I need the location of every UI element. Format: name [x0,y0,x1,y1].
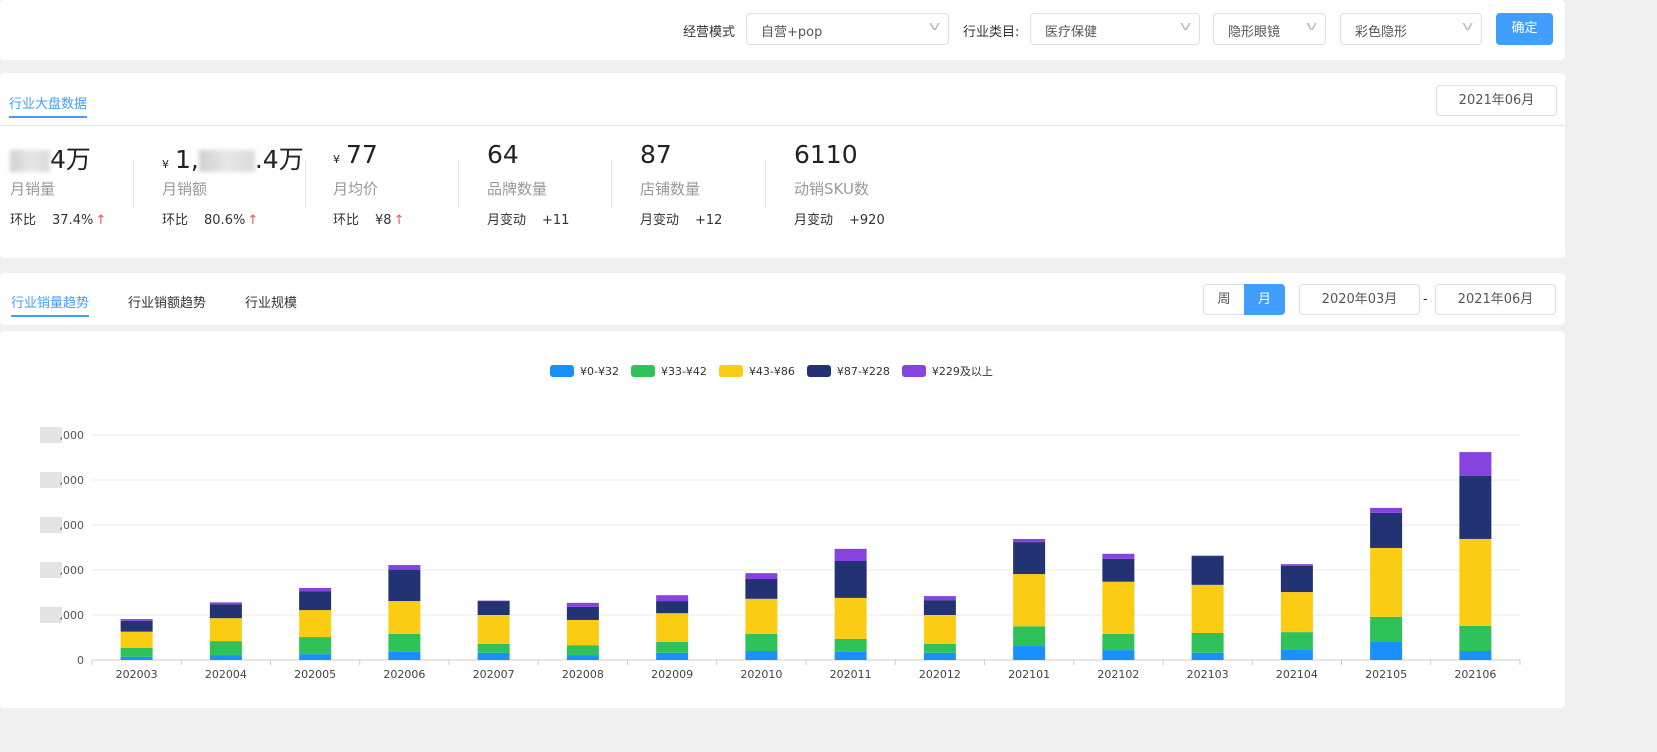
chart-legend: ¥0-¥32 ¥33-¥42 ¥43-¥86 ¥87-¥228 ¥229及以上 [550,363,993,379]
category-label: 行业类目: [963,25,1020,40]
category-value: 隐形眼镜 [1228,25,1281,40]
legend-swatch [630,365,655,377]
stat-name: 动销SKU数 [794,180,869,198]
week-toggle[interactable]: 周 [1203,284,1245,315]
legend-swatch [550,365,574,377]
end-month-picker[interactable]: 2021年06月 [1435,284,1556,315]
stat-value: 4万 [50,145,91,174]
stat-sub-value: +11 [542,213,570,228]
stat-sales-volume: 4万 月销量 环比 37.4% ↑ [10,140,106,228]
chevron-down-icon: v [928,19,941,33]
chevron-down-icon: v [1179,19,1192,33]
category-select-2[interactable]: 隐形眼镜 v [1213,13,1326,45]
category-select-1[interactable]: 医疗保健 v [1030,13,1200,45]
overview-title[interactable]: 行业大盘数据 [9,93,88,118]
stat-value: 64 [487,140,519,169]
category-value: 医疗保健 [1045,25,1098,40]
legend-label: ¥33-¥42 [660,364,707,378]
stat-sub-label: 环比 [162,213,189,228]
month-toggle[interactable]: 月 [1244,284,1285,315]
stat-value-head: 1, [175,145,199,174]
legend-item[interactable]: ¥0-¥32 [550,363,619,379]
stat-sub-value: 80.6% [204,213,246,228]
stat-sub-value: 37.4% [52,213,94,228]
currency-symbol: ¥ [162,158,169,171]
arrow-up-icon: ↑ [393,213,405,228]
currency-symbol: ¥ [333,153,340,166]
stat-name: 月销量 [10,180,56,198]
legend-label: ¥43-¥86 [748,364,795,378]
stat-name: 店铺数量 [640,180,701,198]
legend-swatch [718,365,743,377]
legend-swatch [806,365,831,377]
legend-item[interactable]: ¥229及以上 [901,363,993,379]
legend-item[interactable]: ¥87-¥228 [806,363,890,379]
trend-tabs-bar: 行业销量趋势 行业销额趋势 行业规模 周 月 2020年03月 - 2021年0… [0,273,1565,325]
chevron-down-icon: v [1461,19,1474,33]
stat-sub-value: +12 [695,213,723,228]
stat-value: 6110 [794,140,858,169]
legend-label: ¥229及以上 [931,365,993,378]
legend-item[interactable]: ¥33-¥42 [630,363,707,379]
stat-name: 月销额 [162,180,208,198]
range-separator: - [1423,292,1428,307]
mode-select[interactable]: 自营+pop v [746,13,949,45]
stat-brand-count: 64 品牌数量 月变动 +11 [487,140,569,228]
confirm-button[interactable]: 确定 [1496,13,1553,45]
start-month-picker[interactable]: 2020年03月 [1299,284,1420,315]
stat-sub-label: 月变动 [487,213,527,228]
masked-value [10,150,50,172]
stat-shop-count: 87 店铺数量 月变动 +12 [640,140,722,228]
stat-sub-label: 环比 [333,213,360,228]
stat-sub-label: 月变动 [640,213,680,228]
stat-sku-count: 6110 动销SKU数 月变动 +920 [794,140,885,228]
stat-sub-value: +920 [849,213,885,228]
stat-sales-amount: ¥1, .4万 月销额 环比 80.6% ↑ [162,140,304,228]
legend-item[interactable]: ¥43-¥86 [718,363,795,379]
overview-month-picker[interactable]: 2021年06月 [1436,85,1557,116]
arrow-up-icon: ↑ [95,213,107,228]
mode-label: 经营模式 [683,25,736,40]
masked-value [198,150,255,172]
chart-card [0,331,1565,708]
chevron-down-icon: v [1305,19,1318,33]
mode-value: 自营+pop [761,25,823,40]
legend-label: ¥0-¥32 [580,364,619,378]
stat-avg-price: ¥77 月均价 环比 ¥8 ↑ [333,140,404,228]
category-value: 彩色隐形 [1355,25,1408,40]
stat-name: 品牌数量 [487,180,548,198]
stat-value: .4万 [254,145,304,174]
stat-sub-value: ¥8 [375,213,392,228]
legend-swatch [901,365,926,377]
tab-sales-amount-trend[interactable]: 行业销额趋势 [128,292,206,311]
filter-bar: 经营模式 自营+pop v 行业类目: 医疗保健 v 隐形眼镜 v 彩色隐形 v 确定 [0,0,1565,60]
stat-sub-label: 环比 [10,213,37,228]
tab-industry-scale[interactable]: 行业规模 [245,292,297,311]
stat-value: 77 [346,140,378,169]
arrow-up-icon: ↑ [247,213,259,228]
category-select-3[interactable]: 彩色隐形 v [1340,13,1482,45]
stat-sub-label: 月变动 [794,213,834,228]
stat-value: 87 [640,140,672,169]
stat-name: 月均价 [333,180,379,198]
tab-sales-volume-trend[interactable]: 行业销量趋势 [11,292,90,317]
legend-label: ¥87-¥228 [836,364,890,378]
